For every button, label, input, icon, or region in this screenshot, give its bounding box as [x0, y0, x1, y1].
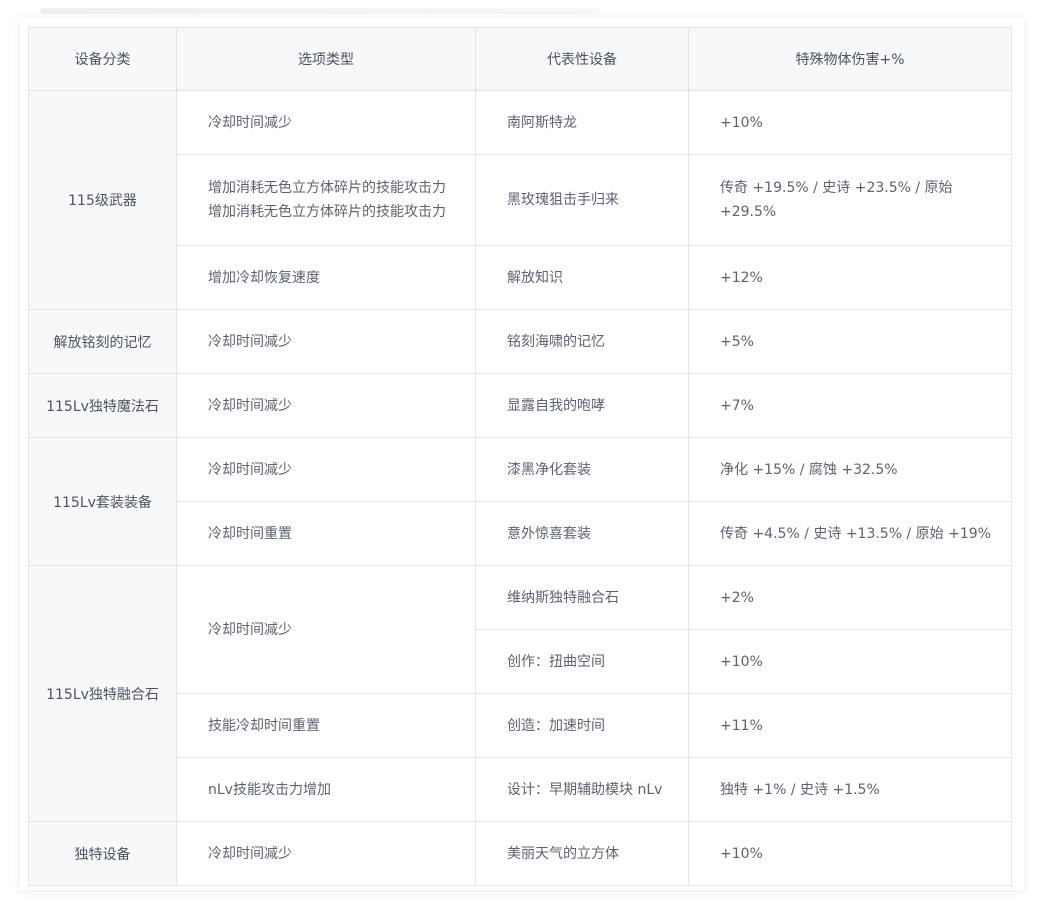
value-cell: +2% [688, 565, 1012, 630]
value-cell: +7% [688, 373, 1012, 438]
device-cell: 美丽天气的立方体 [475, 821, 689, 886]
header-option-type: 选项类型 [176, 27, 476, 91]
table-row: 增加冷却恢复速度 解放知识 +12% [29, 245, 1012, 310]
table-row: 冷却时间重置 意外惊喜套装 传奇 +4.5% / 史诗 +13.5% / 原始 … [29, 501, 1012, 566]
table-row: 技能冷却时间重置 创造：加速时间 +11% [29, 693, 1012, 758]
device-cell: 南阿斯特龙 [475, 90, 689, 155]
option-cell: 增加冷却恢复速度 [176, 245, 476, 310]
header-category: 设备分类 [28, 27, 177, 91]
header-representative-device: 代表性设备 [475, 27, 689, 91]
device-cell: 设计：早期辅助模块 nLv [475, 757, 689, 822]
value-cell: +10% [688, 821, 1012, 886]
device-cell: 显露自我的咆哮 [475, 373, 689, 438]
option-cell: 冷却时间减少 [176, 90, 476, 155]
device-cell: 维纳斯独特融合石 [475, 565, 689, 630]
category-cell: 115Lv独特魔法石 [28, 373, 177, 438]
device-cell: 创造：加速时间 [475, 693, 689, 758]
option-cell: 技能冷却时间重置 [176, 693, 476, 758]
value-cell: 传奇 +19.5% / 史诗 +23.5% / 原始 +29.5% [688, 154, 1012, 246]
table-row: 115级武器 冷却时间减少 南阿斯特龙 +10% [28, 90, 1012, 310]
table-header-row: 设备分类 选项类型 代表性设备 特殊物体伤害+% [28, 27, 1012, 91]
value-cell: +11% [688, 693, 1012, 758]
value-cell: 独特 +1% / 史诗 +1.5% [688, 757, 1012, 822]
value-cell: +5% [688, 309, 1012, 374]
option-line: 增加消耗无色立方体碎片的技能攻击力 [208, 180, 446, 196]
device-cell: 漆黑净化套装 [475, 437, 689, 502]
category-cell: 115Lv套装装备 [28, 437, 177, 566]
category-cell: 115级武器 [28, 90, 177, 310]
option-cell: 冷却时间减少 [176, 821, 476, 886]
option-cell: 冷却时间减少 [176, 565, 476, 694]
option-cell: 冷却时间减少 [176, 373, 476, 438]
option-line: 增加消耗无色立方体碎片的技能攻击力 [208, 204, 446, 220]
damage-table: 设备分类 选项类型 代表性设备 特殊物体伤害+% 115级武器 冷却时间减少 南… [28, 27, 1012, 886]
option-cell: 冷却时间减少 [176, 309, 476, 374]
table-row: nLv技能攻击力增加 设计：早期辅助模块 nLv 独特 +1% / 史诗 +1.… [29, 757, 1012, 822]
table-row: 独特设备 冷却时间减少 美丽天气的立方体 +10% [28, 821, 1012, 886]
device-cell: 意外惊喜套装 [475, 501, 689, 566]
table-row: 增加消耗无色立方体碎片的技能攻击力 增加消耗无色立方体碎片的技能攻击力 黑玫瑰狙击… [29, 154, 1012, 246]
value-cell: 净化 +15% / 腐蚀 +32.5% [688, 437, 1012, 502]
category-cell: 解放铭刻的记忆 [28, 309, 177, 374]
device-cell: 黑玫瑰狙击手归来 [475, 154, 689, 246]
table-row: 115Lv独特魔法石 冷却时间减少 显露自我的咆哮 +7% [28, 373, 1012, 438]
value-cell: 传奇 +4.5% / 史诗 +13.5% / 原始 +19% [688, 501, 1012, 566]
device-cell: 铭刻海啸的记忆 [475, 309, 689, 374]
table-row: 解放铭刻的记忆 冷却时间减少 铭刻海啸的记忆 +5% [28, 309, 1012, 374]
option-cell: nLv技能攻击力增加 [176, 757, 476, 822]
value-cell: +10% [688, 90, 1012, 155]
category-cell: 独特设备 [28, 821, 177, 886]
option-cell: 冷却时间重置 [176, 501, 476, 566]
table-card: 设备分类 选项类型 代表性设备 特殊物体伤害+% 115级武器 冷却时间减少 南… [20, 18, 1024, 890]
device-cell: 解放知识 [475, 245, 689, 310]
header-special-damage: 特殊物体伤害+% [688, 27, 1012, 91]
option-cell: 冷却时间减少 [176, 437, 476, 502]
option-cell: 增加消耗无色立方体碎片的技能攻击力 增加消耗无色立方体碎片的技能攻击力 [176, 154, 476, 246]
table-row: 115Lv套装装备 冷却时间减少 漆黑净化套装 净化 +15% / 腐蚀 +32… [28, 437, 1012, 566]
table-row: 115Lv独特融合石 冷却时间减少 维纳斯独特融合石 +2% [28, 565, 1012, 822]
category-cell: 115Lv独特融合石 [28, 565, 177, 822]
device-cell: 创作：扭曲空间 [475, 629, 689, 694]
top-faded-text [40, 8, 600, 14]
value-cell: +10% [688, 629, 1012, 694]
value-cell: +12% [688, 245, 1012, 310]
